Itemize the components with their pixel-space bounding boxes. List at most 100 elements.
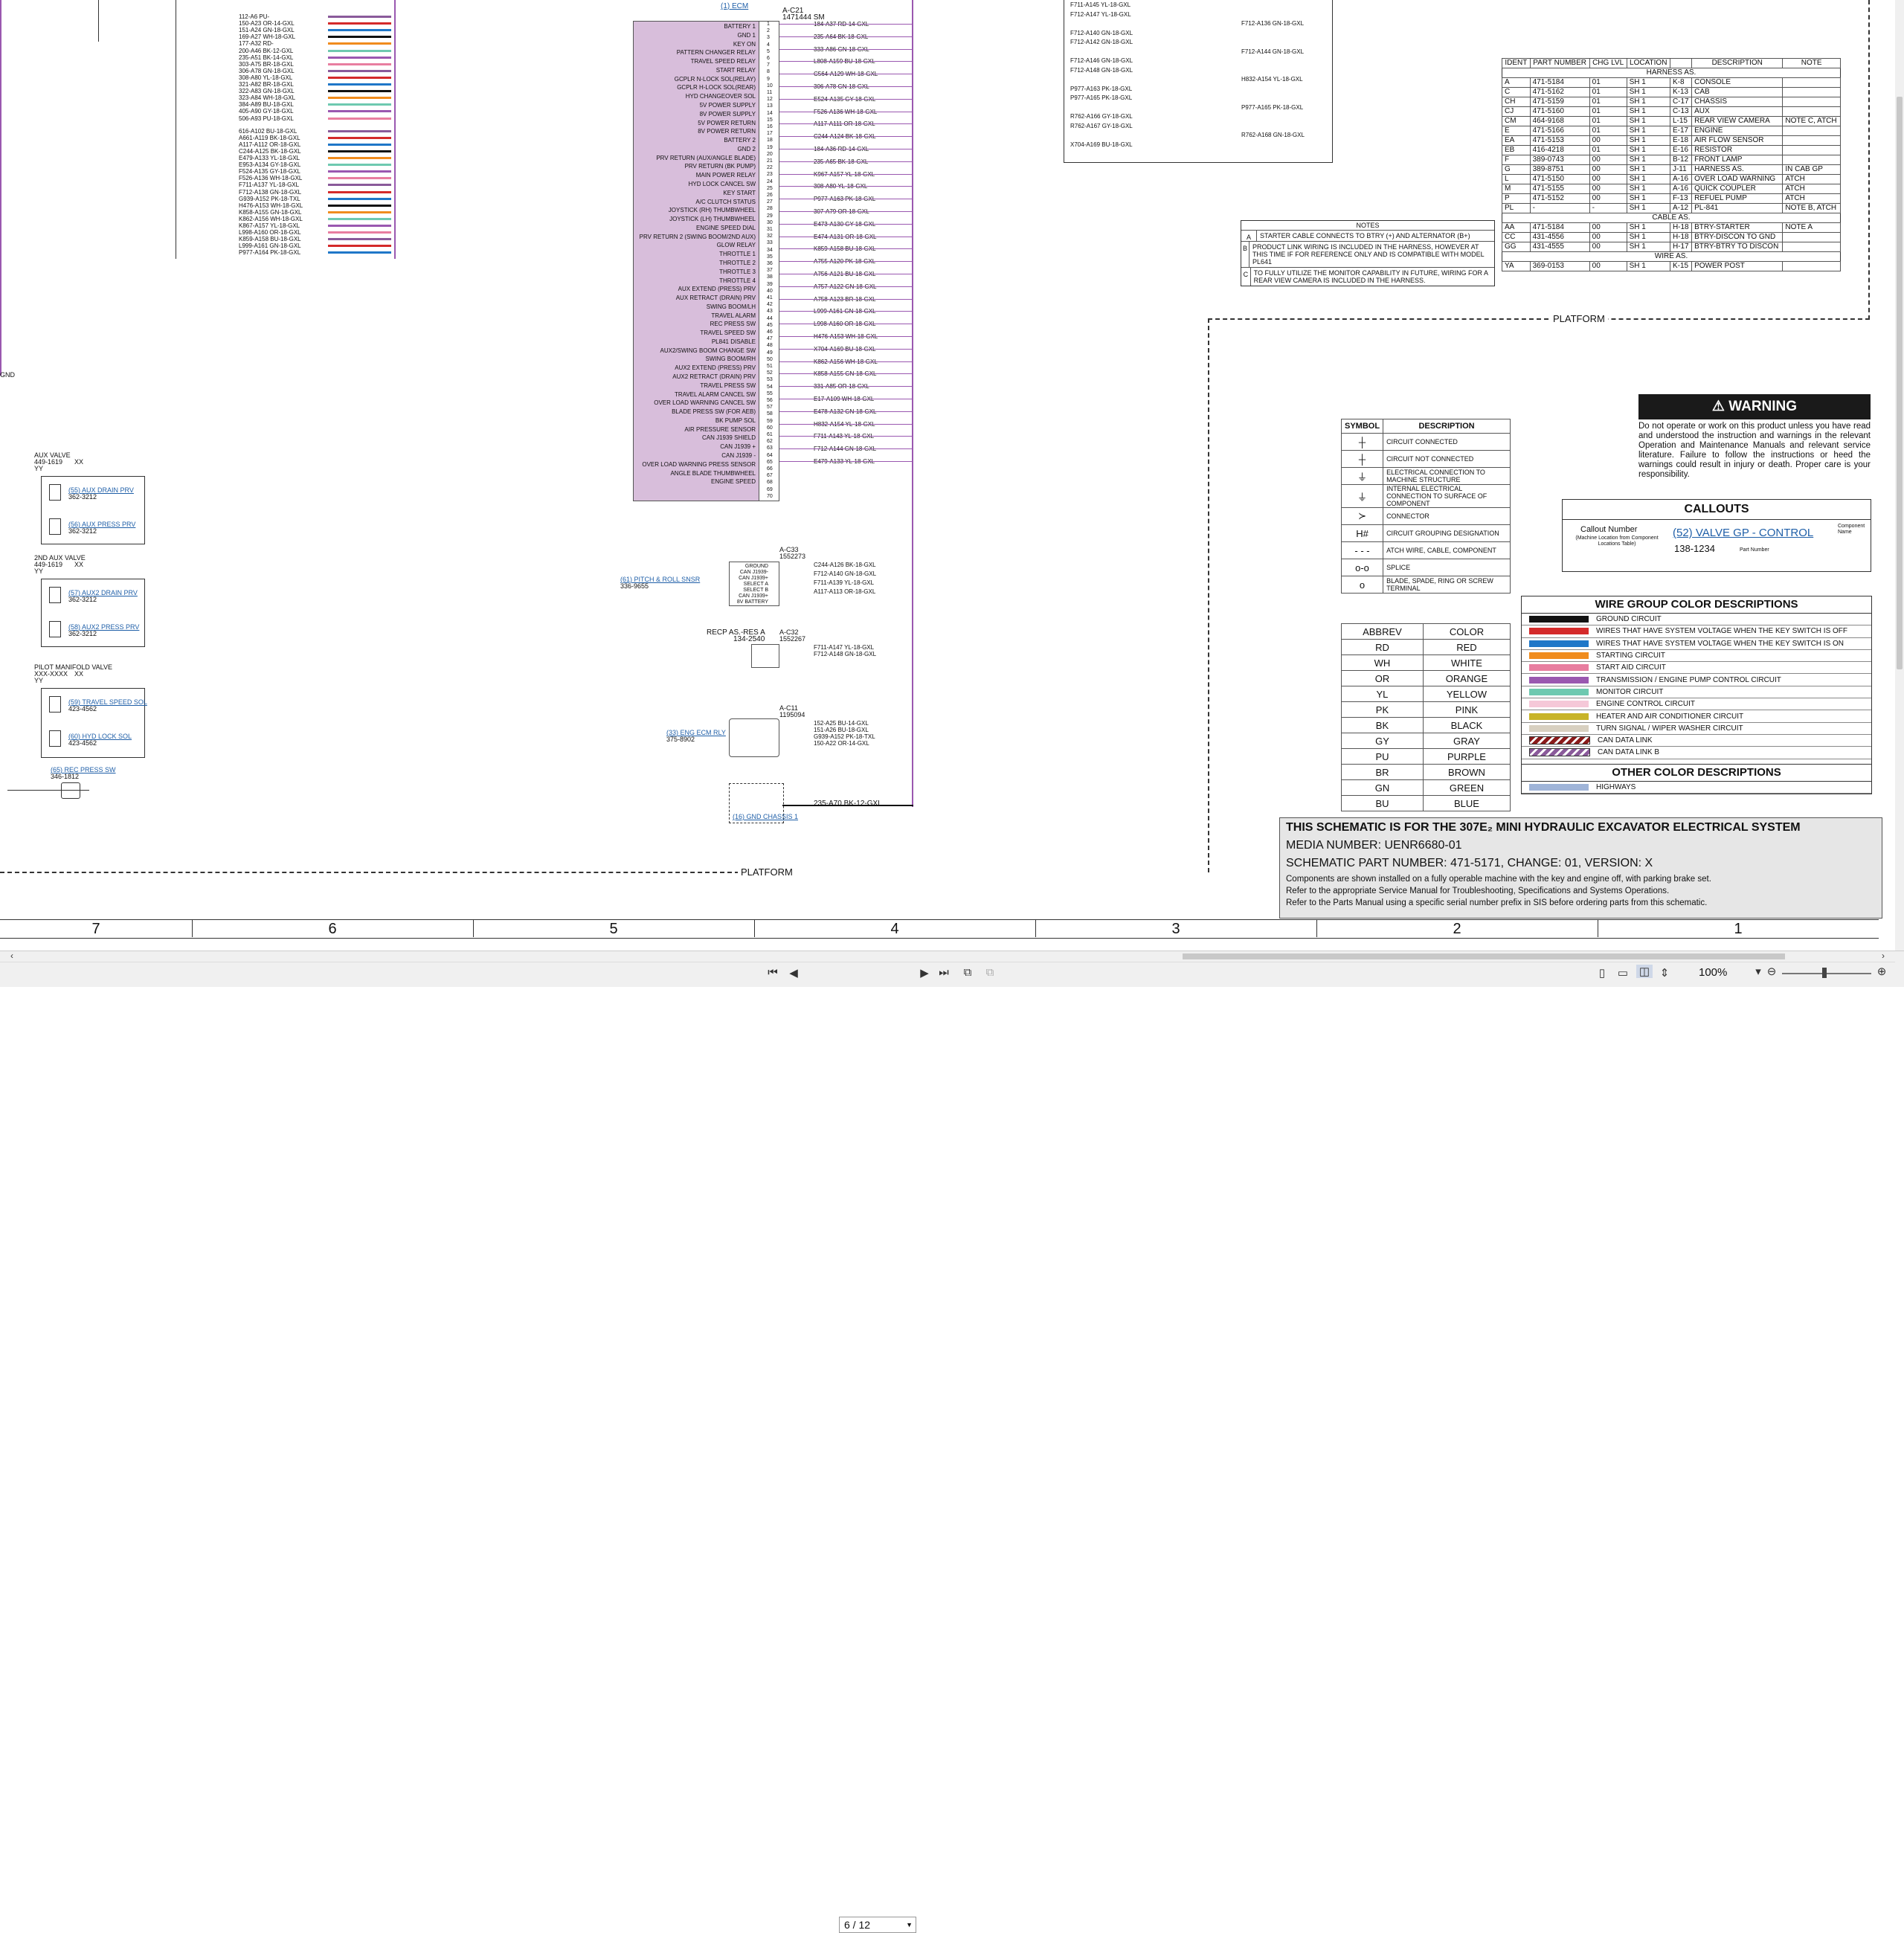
- zoom-in-icon[interactable]: ⊕: [1874, 965, 1889, 978]
- copy-view-icon[interactable]: ⧉: [959, 966, 976, 979]
- table-cell: SH 1: [1626, 87, 1670, 97]
- table-cell: AIR FLOW SENSOR: [1691, 135, 1784, 146]
- table-cell: FRONT LAMP: [1691, 155, 1784, 165]
- table-cell: 01: [1589, 97, 1627, 107]
- table-cell: 01: [1589, 77, 1627, 88]
- page-number-field[interactable]: 6 / 12 ▼: [839, 1917, 916, 1933]
- last-page-icon[interactable]: ⏭: [937, 966, 951, 979]
- table-row: L 471-5150 00 SH 1 A-16 OVER LOAD WARNING ATCH: [1502, 174, 1841, 184]
- ecm-ref-link[interactable]: (1) ECM: [721, 3, 748, 10]
- table-cell: [1782, 261, 1841, 271]
- table-cell: C: [1502, 87, 1531, 97]
- table-cell: CONSOLE: [1691, 77, 1784, 88]
- harness-col-header: IDENT: [1502, 58, 1531, 68]
- ecm-pin-label: PL841 DISABLE: [711, 338, 756, 345]
- ecm-pin-label: 5V POWER RETURN: [698, 120, 756, 126]
- left-bundle-label: 235-A51 BK-14-GXL: [239, 54, 294, 61]
- pitch-roll-connector-part: 1552273: [779, 553, 806, 560]
- table-cell: 00: [1589, 242, 1627, 252]
- wire-color-swatch: [1529, 688, 1589, 695]
- wire-line: [328, 143, 391, 146]
- zoom-out-icon[interactable]: ⊖: [1764, 965, 1779, 978]
- table-cell: BTRY-DISCON TO GND: [1691, 232, 1784, 242]
- note-letter: A: [1241, 231, 1257, 241]
- abbrev-code: WH: [1341, 654, 1424, 671]
- table-cell: [1782, 97, 1841, 107]
- zoom-slider-thumb[interactable]: [1822, 968, 1827, 978]
- continuous-page-icon[interactable]: ▭: [1615, 966, 1630, 980]
- table-cell: AUX: [1691, 106, 1784, 117]
- ecm-pin-label: JOYSTICK (LH) THUMBWHEEL: [669, 216, 756, 222]
- wire-group-row: ENGINE CONTROL CIRCUIT: [1522, 698, 1871, 711]
- wire-line: [779, 223, 912, 225]
- gnd-chassis-link[interactable]: (16) GND CHASSIS 1: [733, 814, 798, 820]
- table-cell: SH 1: [1626, 232, 1670, 242]
- wire-color-swatch: [1529, 736, 1590, 745]
- previous-page-icon[interactable]: ◀: [787, 966, 800, 980]
- title-block: THIS SCHEMATIC IS FOR THE 307E₂ MINI HYD…: [1279, 817, 1882, 919]
- scroll-right-icon[interactable]: ›: [1882, 951, 1885, 961]
- table-cell: 431-4556: [1529, 232, 1590, 242]
- zone-label: 1: [1598, 919, 1879, 939]
- chevron-down-icon[interactable]: ▼: [906, 1917, 913, 1932]
- pitch-roll-part: 336-9655: [620, 582, 649, 590]
- page-fit-icon[interactable]: ⇕: [1657, 966, 1672, 980]
- ecm-pin-number: 13: [767, 103, 773, 109]
- single-page-icon[interactable]: ▯: [1595, 966, 1609, 980]
- wire-color-swatch: [1529, 701, 1589, 708]
- platform-border: [0, 872, 739, 873]
- zoom-dropdown-icon[interactable]: ▾: [1751, 965, 1766, 978]
- wire-group-desc: CAN DATA LINK: [1598, 736, 1653, 745]
- symbol-table: SYMBOL DESCRIPTION ┼ CIRCUIT CONNECTED ┼ CIR…: [1340, 419, 1511, 594]
- symbol-description: INTERNAL ELECTRICAL CONNECTION TO SURFAC…: [1383, 484, 1511, 508]
- page-number-value: 6 / 12: [844, 1919, 871, 1931]
- ecm-pin-label: THROTTLE 3: [719, 268, 756, 275]
- harness-group-row: CABLE AS.: [1502, 213, 1841, 223]
- wire-line: [779, 298, 912, 300]
- table-cell: BTRY-BTRY TO DISCON: [1691, 242, 1784, 252]
- harness-group-label: CABLE AS.: [1652, 213, 1691, 222]
- table-row: M 471-5155 00 SH 1 A-16 QUICK COUPLER ATCH: [1502, 184, 1841, 194]
- wire-group-desc: GROUND CIRCUIT: [1596, 615, 1662, 624]
- abbrev-color: BLUE: [1422, 795, 1511, 811]
- wire-line: [779, 336, 912, 337]
- two-page-icon[interactable]: ◫: [1636, 965, 1653, 978]
- wire-color-swatch: [1529, 640, 1589, 647]
- ecm-pin-number: 31: [767, 227, 773, 232]
- ecm-pin-number: 32: [767, 234, 773, 239]
- ecm-pin-number: 55: [767, 390, 773, 396]
- table-cell: 471-5155: [1529, 184, 1590, 194]
- symbol-glyph-icon: ≻: [1340, 507, 1384, 525]
- zoom-slider[interactable]: [1782, 973, 1871, 974]
- table-row: C 471-5162 01 SH 1 K-13 CAB: [1502, 87, 1841, 97]
- callout-example-link[interactable]: (52) VALVE GP - CONTROL: [1673, 527, 1813, 539]
- abbrev-row: BK BLACK: [1341, 717, 1511, 733]
- wire-line: [328, 210, 391, 213]
- scroll-left-icon[interactable]: ‹: [10, 951, 13, 961]
- zone-label: 6: [192, 919, 473, 939]
- table-cell: QUICK COUPLER: [1691, 184, 1784, 194]
- symbol-description: BLADE, SPADE, RING OR SCREW TERMINAL: [1383, 576, 1511, 594]
- table-cell: PL: [1502, 203, 1531, 213]
- table-cell: M: [1502, 184, 1531, 194]
- symbol-glyph-icon: ⏚: [1340, 467, 1384, 485]
- aux-valve-box: (55) AUX DRAIN PRV 362-3212 (56) AUX PRE…: [41, 476, 145, 544]
- left-bundle-label: F711-A137 YL-18-GXL: [239, 181, 300, 189]
- table-cell: A: [1502, 77, 1531, 88]
- top-right-wire-label: H832-A154 YL-18-GXL: [1241, 76, 1303, 83]
- table-row: CJ 471-5160 01 SH 1 C-13 AUX: [1502, 106, 1841, 117]
- wire-line: [328, 184, 391, 187]
- vertical-scroll-thumb[interactable]: [1897, 97, 1903, 669]
- zoom-level[interactable]: 100%: [1699, 966, 1727, 979]
- ecm-pin-number: 62: [767, 439, 773, 445]
- paste-view-icon[interactable]: ⧉: [982, 966, 998, 979]
- solenoid-icon: [49, 696, 61, 713]
- next-page-icon[interactable]: ▶: [918, 966, 931, 980]
- first-page-icon[interactable]: ⏮: [766, 966, 779, 979]
- ecm-pin-number: 42: [767, 302, 773, 308]
- ecm-pin-number: 24: [767, 178, 773, 184]
- horizontal-scroll-thumb[interactable]: [1183, 953, 1785, 959]
- top-right-wire-label: F712-A144 GN-18-GXL: [1241, 48, 1305, 55]
- table-cell: NOTE B, ATCH: [1782, 203, 1841, 213]
- note-row: A STARTER CABLE CONNECTS TO BTRY (+) AND …: [1241, 230, 1494, 241]
